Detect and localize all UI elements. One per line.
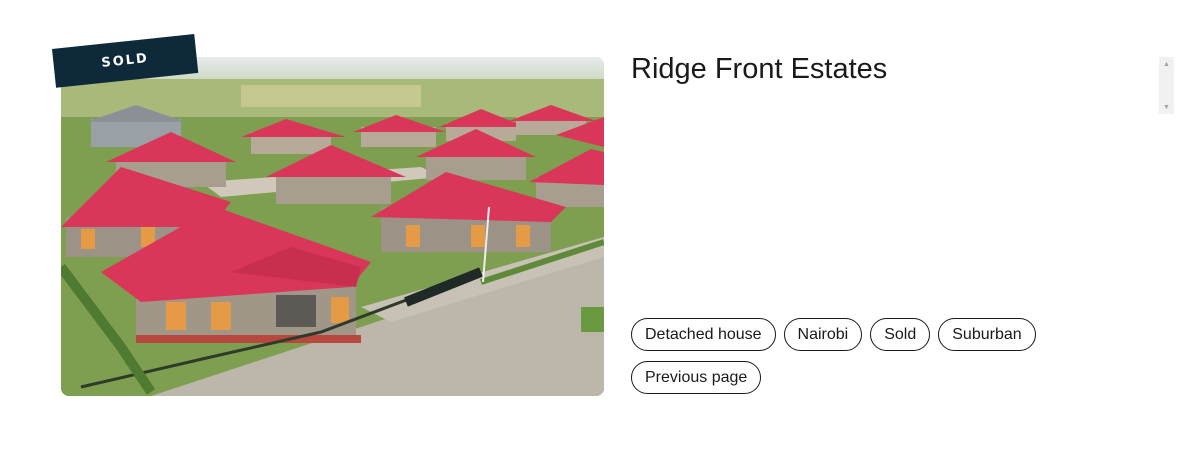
- estate-aerial-image: [61, 57, 604, 396]
- scroll-down-arrow-icon[interactable]: ▼: [1159, 100, 1174, 114]
- previous-page-button[interactable]: Previous page: [631, 361, 762, 394]
- tag-detached-house[interactable]: Detached house: [631, 318, 776, 351]
- tag-nairobi[interactable]: Nairobi: [783, 318, 863, 351]
- property-photo[interactable]: [61, 57, 604, 396]
- scroll-up-arrow-icon[interactable]: ▲: [1159, 57, 1174, 71]
- scrollbar[interactable]: ▲ ▼: [1159, 57, 1174, 114]
- listing-title: Ridge Front Estates: [631, 53, 888, 85]
- tag-list: Detached house Nairobi Sold Suburban Pre…: [631, 318, 1091, 394]
- listing-page: SOLD Ridge Front Estates ▲ ▼ Detached ho…: [0, 0, 1200, 456]
- tag-suburban[interactable]: Suburban: [938, 318, 1036, 351]
- tag-sold[interactable]: Sold: [870, 318, 931, 351]
